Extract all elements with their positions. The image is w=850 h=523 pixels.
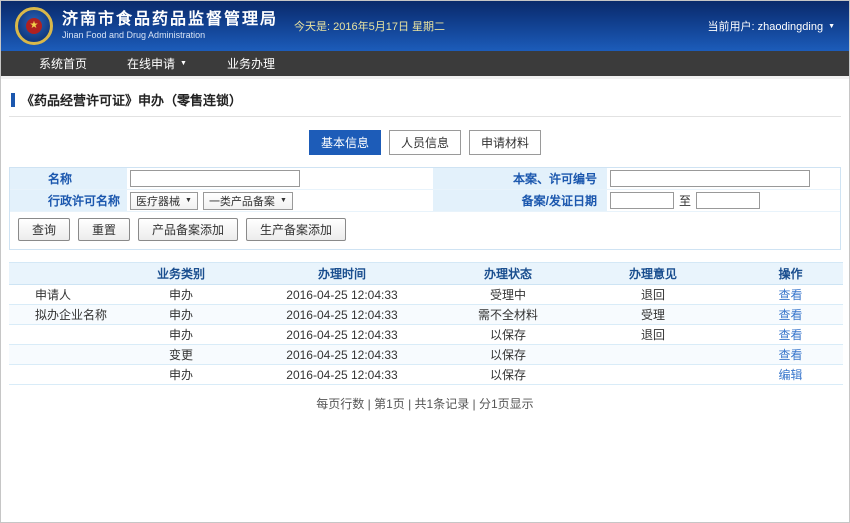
edit-link[interactable]: 编辑 bbox=[778, 368, 802, 382]
tab-bar: 基本信息 人员信息 申请材料 bbox=[1, 130, 849, 155]
license-name-field-label: 行政许可名称 bbox=[10, 190, 127, 212]
row-status: 以保存 bbox=[448, 365, 568, 385]
row-status: 需不全材料 bbox=[448, 305, 568, 325]
row-status: 以保存 bbox=[448, 325, 568, 345]
table-row: 申办 2016-04-25 12:04:33 以保存 退回 查看 bbox=[9, 325, 843, 345]
case-no-field-cell bbox=[607, 168, 840, 190]
row-time: 2016-04-25 12:04:33 bbox=[236, 365, 448, 385]
view-link[interactable]: 查看 bbox=[778, 288, 802, 302]
reset-button[interactable]: 重置 bbox=[78, 218, 130, 241]
name-field-label: 名称 bbox=[10, 168, 127, 190]
agency-emblem-logo: ★ bbox=[15, 7, 53, 45]
title-divider bbox=[9, 116, 841, 117]
row-name: 拟办企业名称 bbox=[9, 305, 126, 325]
tab-basic-info[interactable]: 基本信息 bbox=[309, 130, 381, 155]
row-category: 申办 bbox=[126, 285, 236, 305]
pagination-bar[interactable]: 每页行数 | 第1页 | 共1条记录 | 分1页显示 bbox=[1, 395, 849, 412]
col-header-status: 办理状态 bbox=[448, 263, 568, 285]
table-row: 申办 2016-04-25 12:04:33 以保存 编辑 bbox=[9, 365, 843, 385]
row-time: 2016-04-25 12:04:33 bbox=[236, 305, 448, 325]
date-to-input[interactable] bbox=[696, 192, 760, 209]
chevron-down-icon: ▼ bbox=[280, 197, 287, 204]
row-opinion: 退回 bbox=[568, 285, 738, 305]
license-type-select-value: 医疗器械 bbox=[136, 193, 180, 209]
table-row: 申请人 申办 2016-04-25 12:04:33 受理中 退回 查看 bbox=[9, 285, 843, 305]
name-field-cell bbox=[127, 168, 433, 190]
case-no-input[interactable] bbox=[610, 170, 810, 187]
nav-item-business[interactable]: 业务办理 bbox=[207, 50, 295, 78]
nav-item-home-label: 系统首页 bbox=[39, 50, 87, 78]
nav-item-online-apply[interactable]: 在线申请 ▼ bbox=[107, 50, 207, 78]
col-header-blank bbox=[9, 263, 126, 285]
current-date-text: 今天是: 2016年5月17日 星期二 bbox=[294, 18, 445, 34]
org-name-en: Jinan Food and Drug Administration bbox=[62, 31, 278, 41]
name-input[interactable] bbox=[130, 170, 300, 187]
current-user-label: 当前用户: zhaodingding bbox=[708, 18, 824, 34]
tab-personnel-info[interactable]: 人员信息 bbox=[389, 130, 461, 155]
row-category: 申办 bbox=[126, 325, 236, 345]
search-panel: 名称 本案、许可编号 行政许可名称 医疗器械 ▼ 一类产品备案 ▼ 备案/发证 bbox=[9, 167, 841, 250]
row-opinion bbox=[568, 365, 738, 385]
table-row: 拟办企业名称 申办 2016-04-25 12:04:33 需不全材料 受理 查… bbox=[9, 305, 843, 325]
row-status: 以保存 bbox=[448, 345, 568, 365]
col-header-opinion: 办理意见 bbox=[568, 263, 738, 285]
page-title: 《药品经营许可证》申办（零售连锁） bbox=[21, 90, 242, 109]
license-type-select[interactable]: 医疗器械 ▼ bbox=[130, 192, 198, 210]
row-category: 申办 bbox=[126, 305, 236, 325]
chevron-down-icon: ▼ bbox=[828, 23, 835, 30]
license-name-field-cell: 医疗器械 ▼ 一类产品备案 ▼ bbox=[127, 190, 433, 212]
row-opinion: 受理 bbox=[568, 305, 738, 325]
row-name bbox=[9, 365, 126, 385]
header: ★ 济南市食品药品监督管理局 Jinan Food and Drug Admin… bbox=[1, 1, 849, 51]
case-no-field-label: 本案、许可编号 bbox=[433, 168, 607, 190]
col-header-category: 业务类别 bbox=[126, 263, 236, 285]
row-time: 2016-04-25 12:04:33 bbox=[236, 285, 448, 305]
row-name: 申请人 bbox=[9, 285, 126, 305]
row-status: 受理中 bbox=[448, 285, 568, 305]
table-row: 变更 2016-04-25 12:04:33 以保存 查看 bbox=[9, 345, 843, 365]
row-name bbox=[9, 325, 126, 345]
row-time: 2016-04-25 12:04:33 bbox=[236, 325, 448, 345]
nav-item-online-apply-label: 在线申请 bbox=[127, 50, 175, 78]
search-form: 名称 本案、许可编号 行政许可名称 医疗器械 ▼ 一类产品备案 ▼ 备案/发证 bbox=[10, 168, 840, 212]
app-window: ★ 济南市食品药品监督管理局 Jinan Food and Drug Admin… bbox=[0, 0, 850, 523]
emblem-star-icon: ★ bbox=[26, 18, 42, 34]
table-header-row: 业务类别 办理时间 办理状态 办理意见 操作 bbox=[9, 263, 843, 285]
nav-item-business-label: 业务办理 bbox=[227, 50, 275, 78]
row-opinion: 退回 bbox=[568, 325, 738, 345]
row-opinion bbox=[568, 345, 738, 365]
col-header-time: 办理时间 bbox=[236, 263, 448, 285]
chevron-down-icon: ▼ bbox=[180, 60, 187, 67]
col-header-action: 操作 bbox=[738, 263, 843, 285]
product-filing-add-button[interactable]: 产品备案添加 bbox=[138, 218, 238, 241]
product-class-select[interactable]: 一类产品备案 ▼ bbox=[203, 192, 293, 210]
row-time: 2016-04-25 12:04:33 bbox=[236, 345, 448, 365]
row-category: 申办 bbox=[126, 365, 236, 385]
date-field-label: 备案/发证日期 bbox=[433, 190, 607, 212]
results-table: 业务类别 办理时间 办理状态 办理意见 操作 申请人 申办 2016-04-25… bbox=[9, 262, 843, 385]
row-category: 变更 bbox=[126, 345, 236, 365]
current-user-menu[interactable]: 当前用户: zhaodingding ▼ bbox=[708, 18, 836, 34]
view-link[interactable]: 查看 bbox=[778, 328, 802, 342]
production-filing-add-button[interactable]: 生产备案添加 bbox=[246, 218, 346, 241]
date-from-input[interactable] bbox=[610, 192, 674, 209]
date-field-cell: 至 bbox=[607, 190, 840, 212]
date-to-label: 至 bbox=[679, 192, 691, 209]
row-name bbox=[9, 345, 126, 365]
org-name-cn: 济南市食品药品监督管理局 bbox=[62, 11, 278, 29]
tab-application-materials[interactable]: 申请材料 bbox=[469, 130, 541, 155]
product-class-select-value: 一类产品备案 bbox=[209, 193, 275, 209]
nav-item-home[interactable]: 系统首页 bbox=[19, 50, 107, 78]
org-name-block: 济南市食品药品监督管理局 Jinan Food and Drug Adminis… bbox=[62, 11, 278, 40]
view-link[interactable]: 查看 bbox=[778, 348, 802, 362]
chevron-down-icon: ▼ bbox=[185, 197, 192, 204]
query-button[interactable]: 查询 bbox=[18, 218, 70, 241]
main-nav: 系统首页 在线申请 ▼ 业务办理 bbox=[1, 51, 849, 79]
page-title-row: 《药品经营许可证》申办（零售连锁） bbox=[11, 90, 849, 109]
title-accent-bar bbox=[11, 93, 15, 107]
search-buttons-row: 查询 重置 产品备案添加 生产备案添加 bbox=[10, 212, 840, 249]
view-link[interactable]: 查看 bbox=[778, 308, 802, 322]
